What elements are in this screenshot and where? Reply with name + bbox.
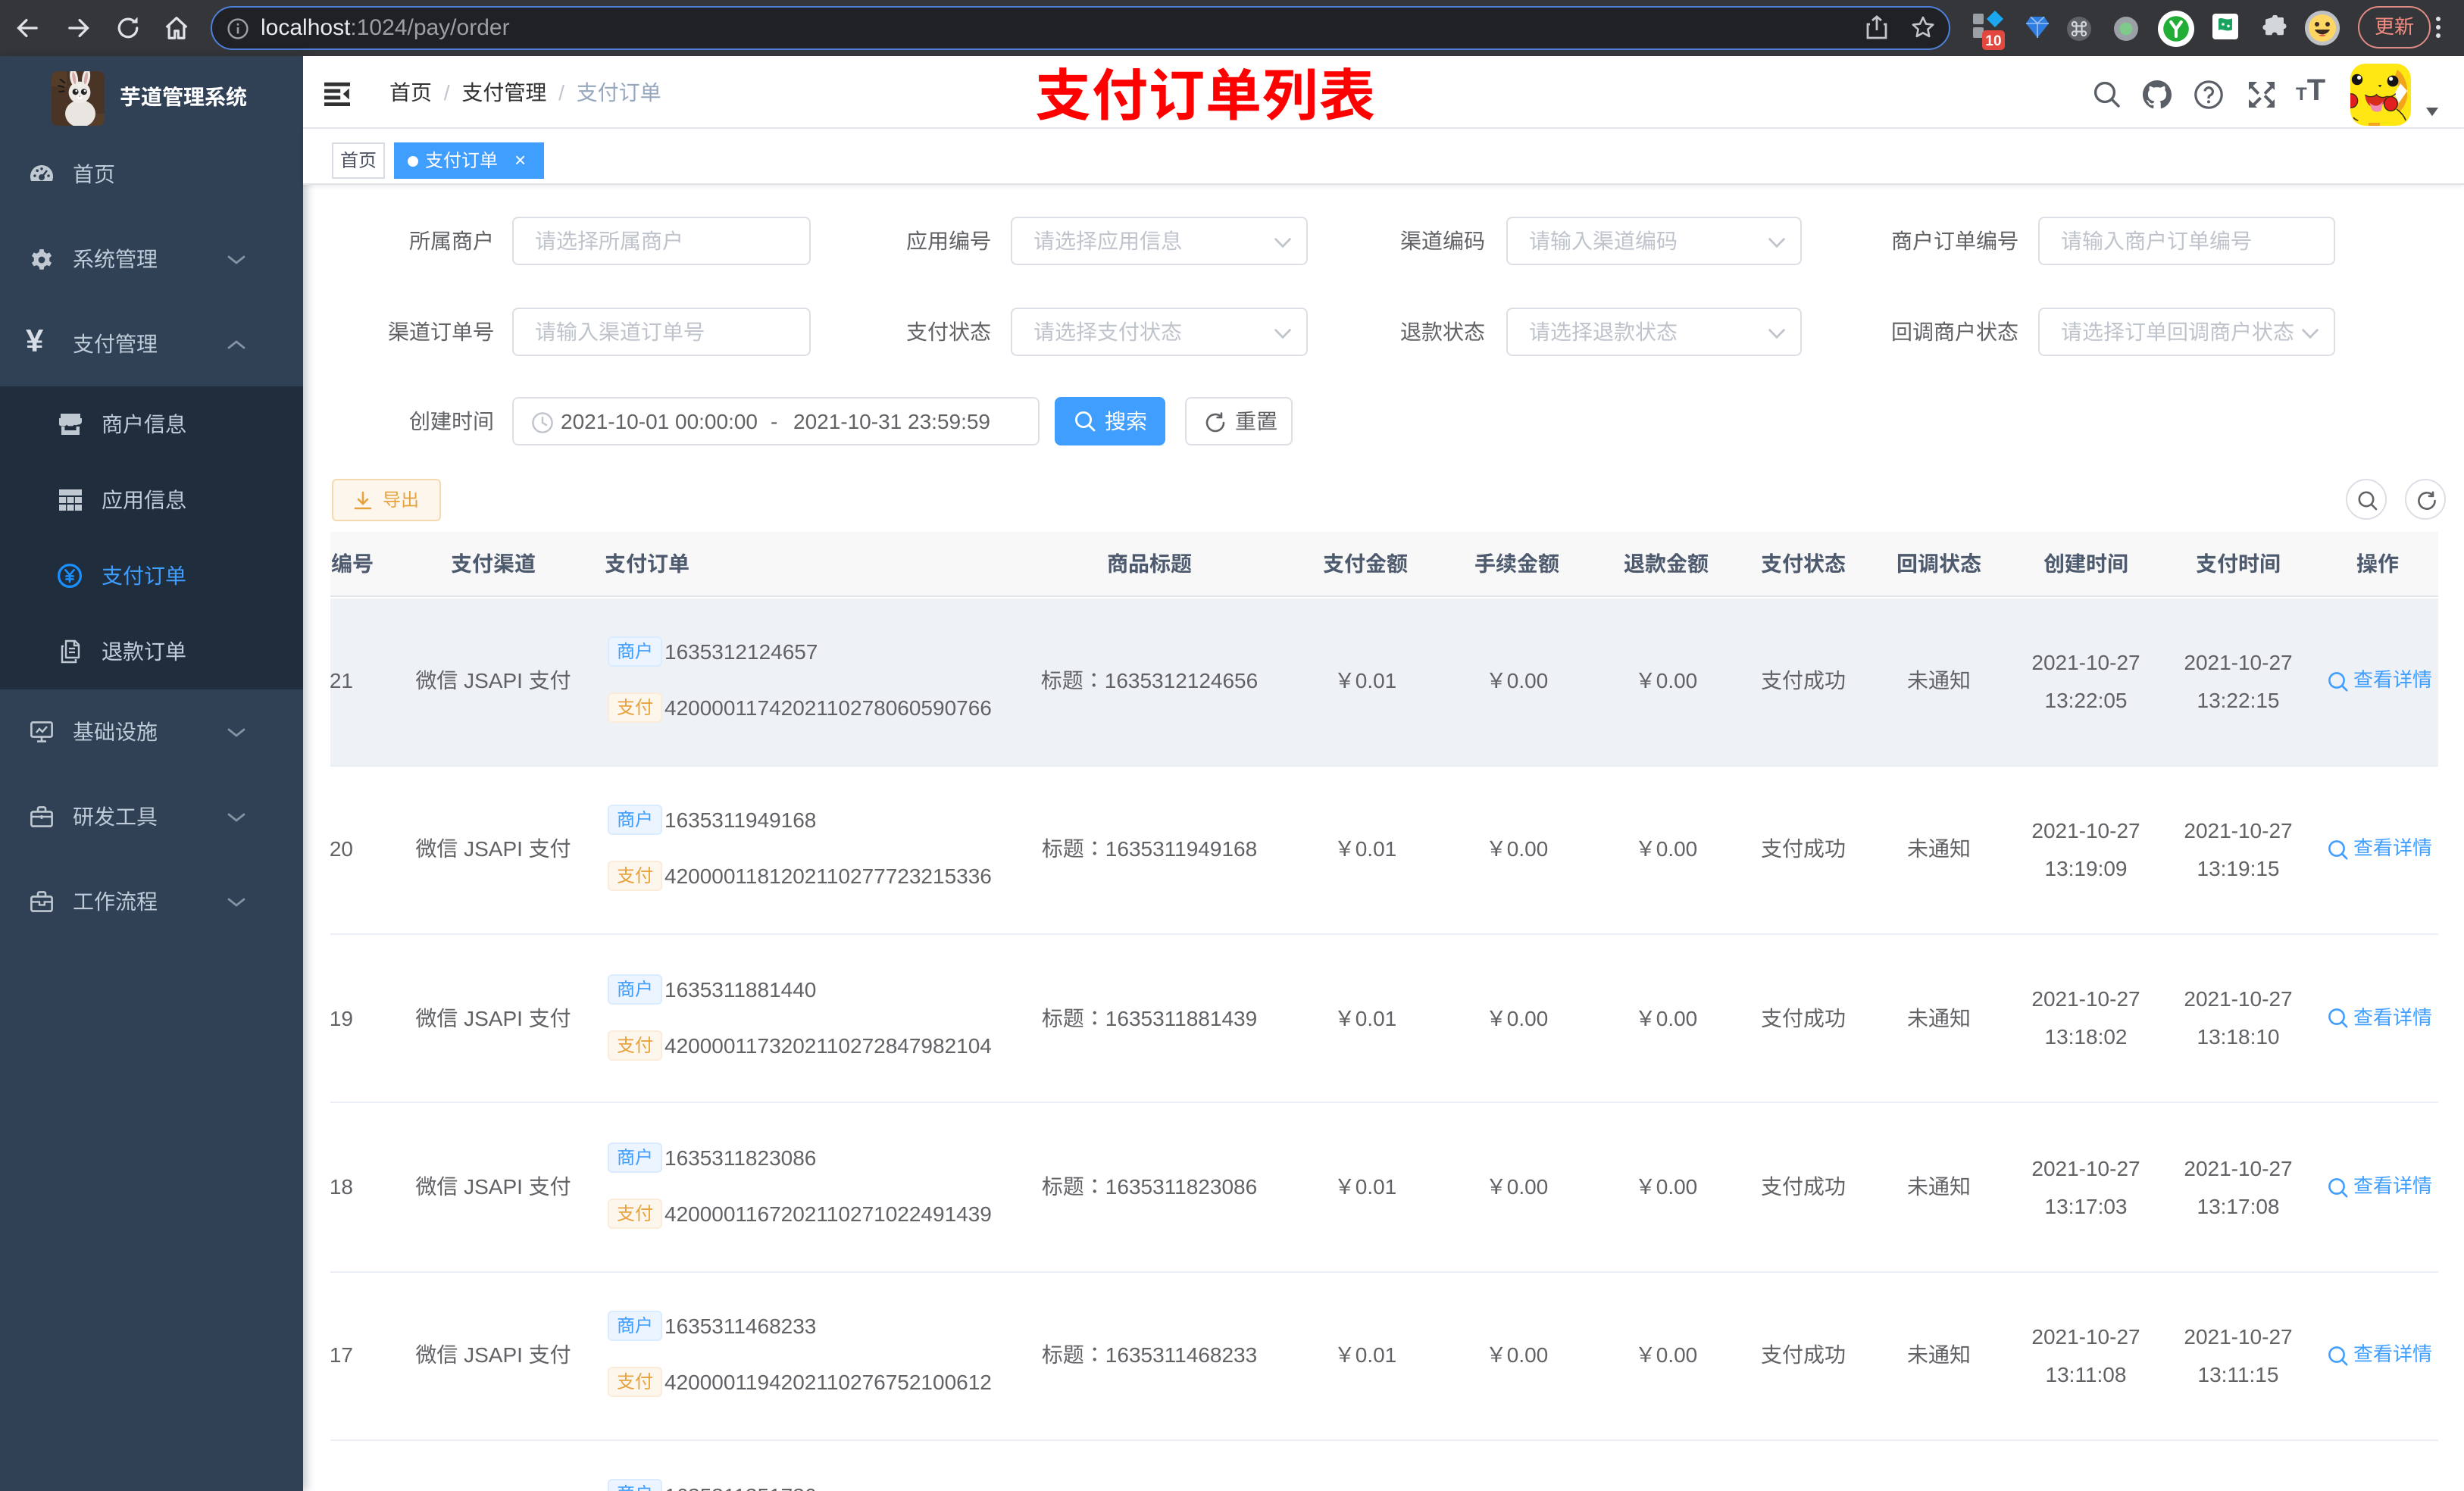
svg-text:10: 10 <box>1985 33 2001 49</box>
